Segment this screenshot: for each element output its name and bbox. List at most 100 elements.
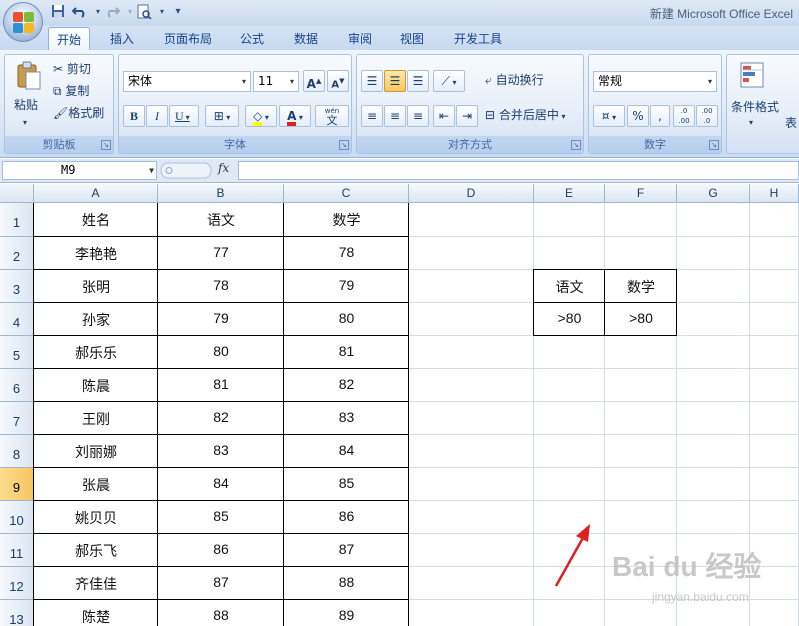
name-cell[interactable]: 刘丽娜: [34, 442, 158, 462]
shrink-font-button[interactable]: A▼: [327, 70, 349, 92]
tab-data[interactable]: 数据: [286, 27, 326, 51]
align-right-button[interactable]: ≡: [407, 105, 429, 127]
row-header-5[interactable]: 5: [0, 336, 34, 369]
alignment-launcher-icon[interactable]: ↘: [571, 140, 581, 150]
italic-button[interactable]: I: [146, 105, 168, 127]
name-box[interactable]: M9 ▼: [2, 161, 157, 180]
borders-button[interactable]: ⊞ ▾: [205, 105, 239, 127]
print-preview-icon[interactable]: [136, 4, 152, 20]
criteria-header-cell[interactable]: 数学: [605, 277, 677, 297]
score-cell[interactable]: 85: [284, 475, 409, 491]
currency-button[interactable]: ¤ ▾: [593, 105, 625, 127]
score-cell[interactable]: 89: [284, 607, 409, 623]
table-header-cell[interactable]: 数学: [284, 210, 409, 230]
align-left-button[interactable]: ≡: [361, 105, 383, 127]
orientation-button[interactable]: ⟋ ▾: [433, 70, 465, 92]
score-cell[interactable]: 80: [158, 343, 284, 359]
increase-decimal-button[interactable]: .0 .00: [673, 105, 695, 127]
row-header-8[interactable]: 8: [0, 435, 34, 468]
font-size-select[interactable]: 11 ▾: [253, 71, 299, 92]
cut-button[interactable]: ✂ 剪切: [53, 59, 91, 79]
score-cell[interactable]: 82: [284, 376, 409, 392]
score-cell[interactable]: 83: [284, 409, 409, 425]
row-header-10[interactable]: 10: [0, 501, 34, 534]
row-header-2[interactable]: 2: [0, 237, 34, 270]
conditional-format-button[interactable]: 条件格式: [731, 97, 779, 117]
underline-button[interactable]: U ▾: [169, 105, 199, 127]
column-header-b[interactable]: B: [158, 184, 284, 203]
tab-home[interactable]: 开始: [48, 27, 91, 51]
paste-button[interactable]: 粘贴: [14, 95, 38, 115]
column-header-c[interactable]: C: [284, 184, 409, 203]
redo-icon[interactable]: [104, 4, 121, 20]
format-painter-button[interactable]: 🖌格式刷: [53, 103, 104, 123]
number-launcher-icon[interactable]: ↘: [709, 140, 719, 150]
comma-button[interactable]: ,: [650, 105, 670, 127]
score-cell[interactable]: 83: [158, 442, 284, 458]
name-cell[interactable]: 王刚: [34, 409, 158, 429]
row-header-4[interactable]: 4: [0, 303, 34, 336]
name-cell[interactable]: 姚贝贝: [34, 508, 158, 528]
office-button[interactable]: [3, 2, 43, 42]
score-cell[interactable]: 86: [284, 508, 409, 524]
score-cell[interactable]: 82: [158, 409, 284, 425]
criteria-value-cell[interactable]: >80: [605, 310, 677, 326]
fill-color-button[interactable]: ◇ ▾: [245, 105, 277, 127]
grow-font-button[interactable]: A▲: [303, 70, 325, 92]
score-cell[interactable]: 86: [158, 541, 284, 557]
merge-center-button[interactable]: ⊟ 合并后居中 ▾: [485, 105, 565, 127]
score-cell[interactable]: 80: [284, 310, 409, 326]
row-header-6[interactable]: 6: [0, 369, 34, 402]
align-middle-button[interactable]: ☰: [384, 70, 406, 92]
name-cell[interactable]: 郝乐乐: [34, 343, 158, 363]
score-cell[interactable]: 87: [284, 541, 409, 557]
score-cell[interactable]: 78: [158, 277, 284, 293]
bold-button[interactable]: B: [123, 105, 145, 127]
tab-insert[interactable]: 插入: [102, 27, 142, 51]
column-header-a[interactable]: A: [34, 184, 158, 203]
tab-view[interactable]: 视图: [392, 27, 432, 51]
wrap-text-button[interactable]: ⤶ 自动换行: [485, 70, 544, 90]
table-header-cell[interactable]: 姓名: [34, 210, 158, 230]
name-cell[interactable]: 齐佳佳: [34, 574, 158, 594]
number-format-select[interactable]: 常规 ▾: [593, 71, 717, 92]
increase-indent-button[interactable]: ⇥: [456, 105, 478, 127]
font-name-select[interactable]: 宋体 ▾: [123, 71, 251, 92]
row-header-3[interactable]: 3: [0, 270, 34, 303]
score-cell[interactable]: 79: [158, 310, 284, 326]
select-all-button[interactable]: [0, 184, 34, 203]
row-header-7[interactable]: 7: [0, 402, 34, 435]
customize-toolbar-icon[interactable]: ▾: [170, 4, 186, 20]
decrease-decimal-button[interactable]: .00 .0: [696, 105, 718, 127]
column-header-e[interactable]: E: [534, 184, 605, 203]
align-bottom-button[interactable]: ☰: [407, 70, 429, 92]
score-cell[interactable]: 85: [158, 508, 284, 524]
score-cell[interactable]: 88: [158, 607, 284, 623]
criteria-header-cell[interactable]: 语文: [534, 277, 605, 297]
row-header-13[interactable]: 13: [0, 600, 34, 626]
font-launcher-icon[interactable]: ↘: [339, 140, 349, 150]
score-cell[interactable]: 79: [284, 277, 409, 293]
undo-icon[interactable]: [71, 4, 88, 20]
clipboard-launcher-icon[interactable]: ↘: [101, 140, 111, 150]
table-format-button[interactable]: 表: [785, 113, 797, 133]
tab-formulas[interactable]: 公式: [232, 27, 272, 51]
score-cell[interactable]: 81: [284, 343, 409, 359]
name-cell[interactable]: 郝乐飞: [34, 541, 158, 561]
name-cell[interactable]: 陈楚: [34, 607, 158, 626]
score-cell[interactable]: 84: [158, 475, 284, 491]
formula-input[interactable]: [238, 161, 799, 180]
score-cell[interactable]: 77: [158, 244, 284, 260]
copy-button[interactable]: ⧉ 复制: [53, 81, 89, 101]
tab-page-layout[interactable]: 页面布局: [156, 27, 220, 51]
table-header-cell[interactable]: 语文: [158, 210, 284, 230]
insert-function-button[interactable]: fx: [218, 161, 229, 175]
font-color-button[interactable]: A ▾: [279, 105, 311, 127]
column-header-f[interactable]: F: [605, 184, 677, 203]
row-header-12[interactable]: 12: [0, 567, 34, 600]
formula-splitter-icon[interactable]: [160, 162, 212, 179]
phonetic-button[interactable]: wén 文: [315, 105, 349, 127]
score-cell[interactable]: 78: [284, 244, 409, 260]
tab-review[interactable]: 审阅: [340, 27, 380, 51]
row-header-1[interactable]: 1: [0, 203, 34, 237]
